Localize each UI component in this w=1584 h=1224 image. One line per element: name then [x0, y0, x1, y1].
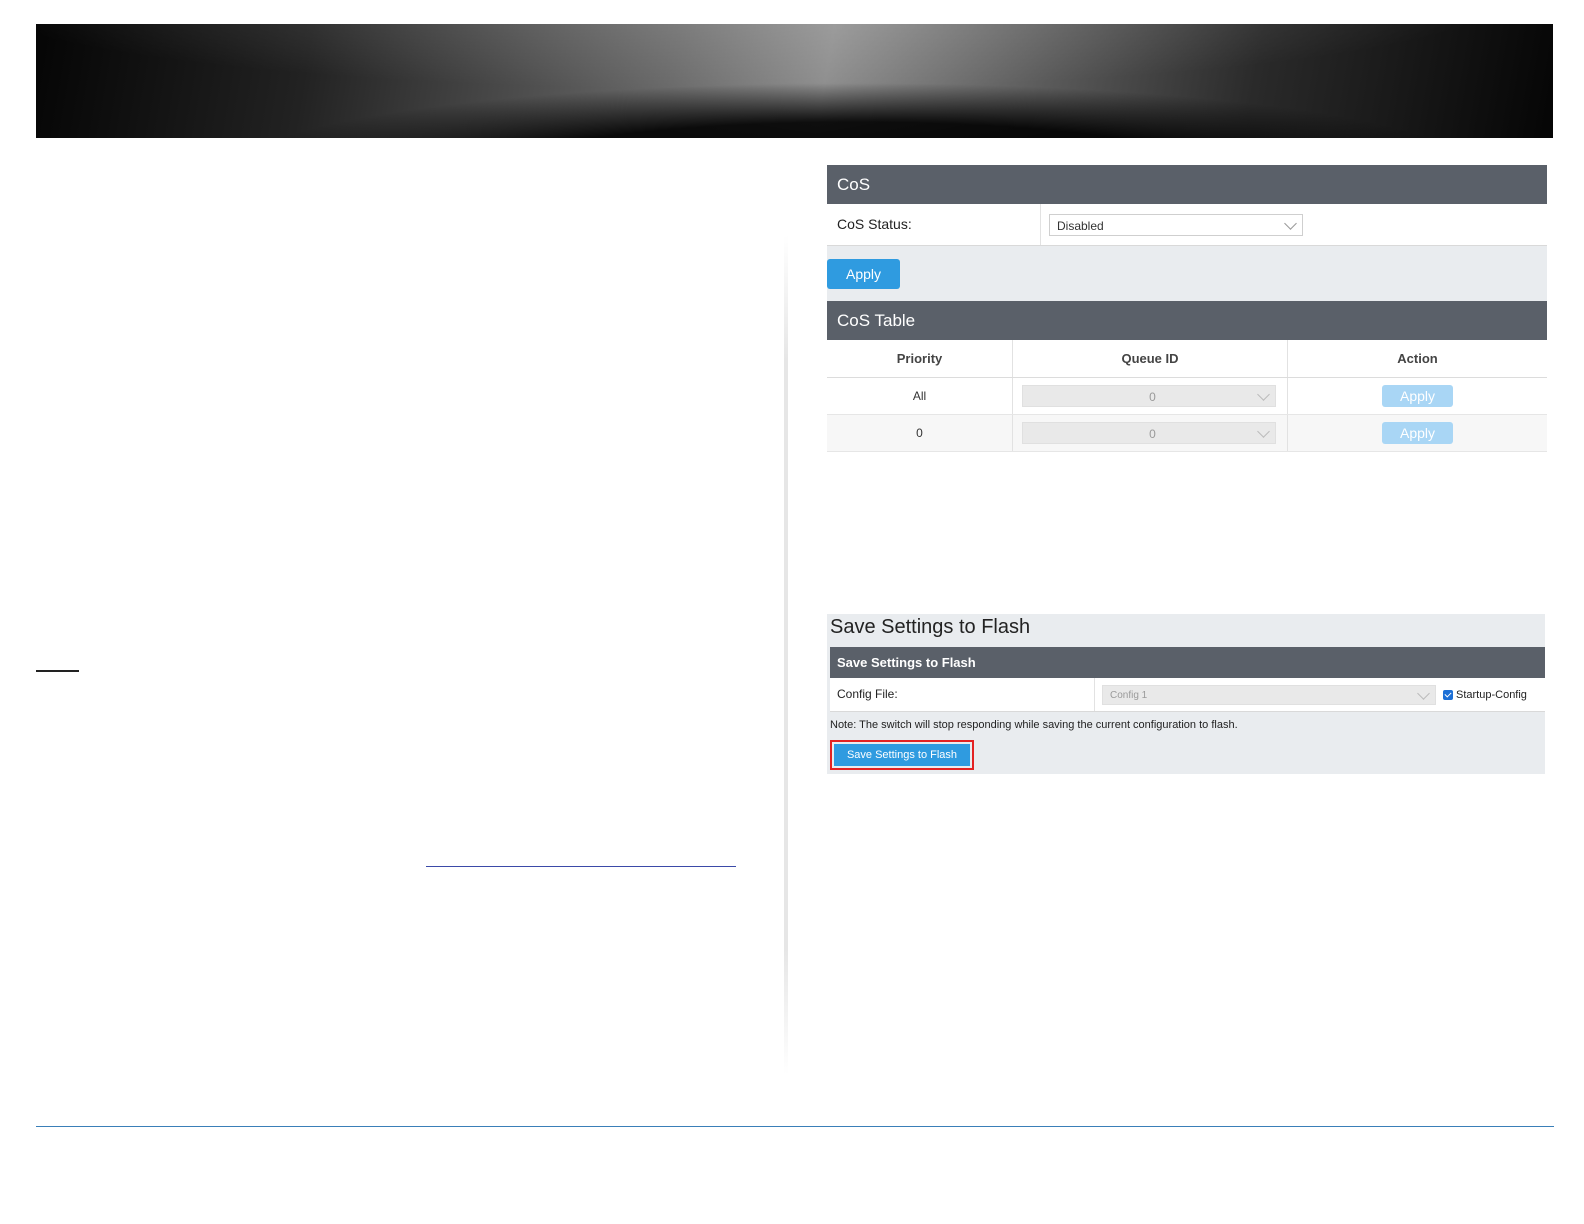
priority-cell: 0	[827, 414, 1013, 452]
queue-id-select[interactable]: 0	[1022, 385, 1276, 407]
save-flash-header: Save Settings to Flash	[830, 647, 1545, 678]
chevron-down-icon	[1284, 216, 1297, 230]
startup-config-checkbox[interactable]	[1443, 689, 1453, 700]
config-file-label: Config File:	[830, 678, 1095, 711]
queue-id-value: 0	[1149, 427, 1156, 441]
cos-apply-button[interactable]: Apply	[827, 258, 900, 289]
table-row: 0 0 Apply	[827, 414, 1547, 452]
cos-status-label: CoS Status:	[827, 204, 1041, 245]
chevron-down-icon	[1257, 388, 1270, 401]
column-divider	[784, 235, 788, 1075]
queue-id-value: 0	[1149, 390, 1156, 404]
chevron-down-icon	[1257, 425, 1270, 438]
priority-cell: All	[827, 377, 1013, 415]
header-banner	[36, 24, 1553, 138]
col-queue-id: Queue ID	[1012, 340, 1288, 378]
config-file-row: Config File: Config 1 Startup-Config	[830, 678, 1545, 712]
table-row: All 0 Apply	[827, 377, 1547, 415]
banner-shade	[36, 24, 1553, 138]
config-file-value: Config 1	[1110, 689, 1148, 701]
highlight-outline: Save Settings to Flash	[830, 740, 974, 770]
cos-panel: CoS CoS Status: Disabled Apply CoS Table…	[827, 165, 1547, 452]
save-settings-button[interactable]: Save Settings to Flash	[834, 744, 970, 766]
cos-header: CoS	[827, 165, 1547, 204]
save-flash-title: Save Settings to Flash	[830, 616, 1031, 638]
short-rule	[36, 670, 79, 672]
cos-table: Priority Queue ID Action All 0 Apply 0 0…	[827, 340, 1547, 452]
row-apply-button[interactable]: Apply	[1382, 385, 1453, 407]
cos-status-row: CoS Status: Disabled	[827, 204, 1547, 246]
cos-status-value: Disabled	[1057, 218, 1104, 233]
cos-table-header: CoS Table	[827, 301, 1547, 340]
col-action: Action	[1287, 340, 1547, 378]
cos-status-select[interactable]: Disabled	[1049, 213, 1303, 236]
link-underline	[426, 866, 736, 867]
cos-apply-area: Apply	[827, 246, 1547, 301]
col-priority: Priority	[827, 340, 1013, 378]
save-flash-panel: Save Settings to Flash Save Settings to …	[827, 614, 1545, 774]
config-file-select[interactable]: Config 1	[1102, 684, 1436, 705]
save-note: Note: The switch will stop responding wh…	[830, 719, 1238, 731]
chevron-down-icon	[1417, 686, 1430, 700]
footer-rule	[36, 1126, 1554, 1127]
startup-config-label: Startup-Config	[1456, 688, 1527, 701]
queue-id-select[interactable]: 0	[1022, 422, 1276, 444]
row-apply-button[interactable]: Apply	[1382, 422, 1453, 444]
